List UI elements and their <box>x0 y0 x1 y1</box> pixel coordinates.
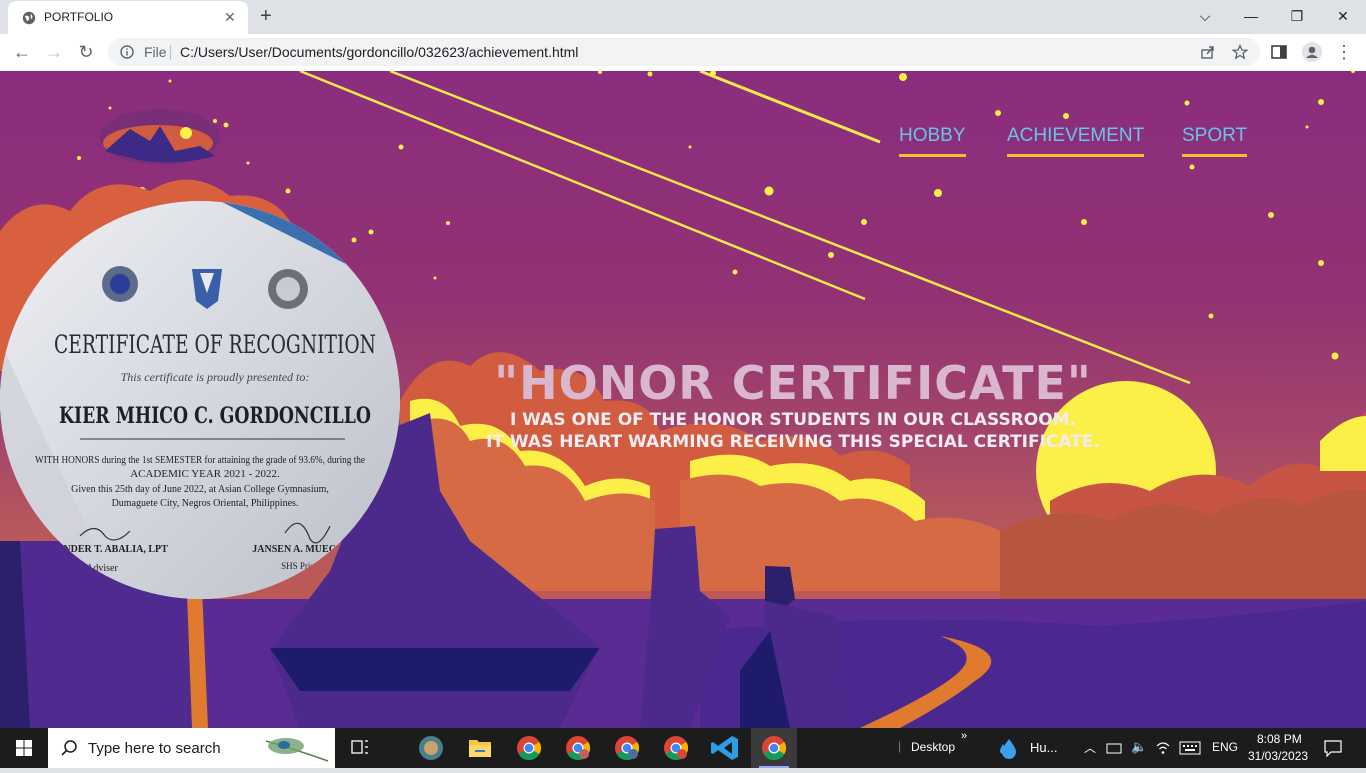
restore-icon[interactable]: ❐ <box>1274 4 1320 28</box>
vscode-icon[interactable] <box>702 728 748 768</box>
chevrons-icon[interactable]: » <box>961 730 967 742</box>
hero-description-line-2: IT WAS HEART WARMING RECEIVING THIS SPEC… <box>486 432 1100 452</box>
new-tab-icon[interactable]: + <box>260 5 272 27</box>
share-icon[interactable] <box>1200 44 1216 60</box>
close-icon[interactable]: ✕ <box>224 9 236 25</box>
clock-time[interactable]: 8:08 PM <box>1257 732 1302 746</box>
url-text[interactable]: C:/Users/User/Documents/gordoncillo/0326… <box>180 44 578 60</box>
desktop-toolbar-label[interactable]: Desktop <box>911 740 955 754</box>
nav-link-hobby[interactable]: HOBBY <box>899 125 966 157</box>
nav-link-achievement[interactable]: ACHIEVEMENT <box>1007 125 1145 157</box>
chevron-up-icon[interactable]: ︿ <box>1084 739 1096 756</box>
globe-icon <box>22 11 36 25</box>
certificate-heading: CERTIFICATE OF RECOGNITION <box>54 330 376 359</box>
chrome-profile-3-icon[interactable] <box>604 728 650 768</box>
certificate-intro: This certificate is proudly presented to… <box>121 370 310 384</box>
keyboard-input-icon[interactable] <box>1106 740 1122 756</box>
chrome-profile-2-icon[interactable] <box>555 728 601 768</box>
nav-link-sport[interactable]: SPORT <box>1182 125 1248 157</box>
browser-tab-strip: PORTFOLIO ✕ + ⌵ — ❐ ✕ <box>0 0 1366 34</box>
speaker-icon[interactable]: 🔈 <box>1131 739 1147 755</box>
window-close-icon[interactable]: ✕ <box>1320 4 1366 28</box>
star-icon[interactable] <box>1232 44 1248 60</box>
taskbar-search-box[interactable]: Type here to search <box>48 728 335 768</box>
browser-toolbar: ← → ↻ File C:/Users/User/Documents/gordo… <box>0 34 1366 72</box>
search-placeholder: Type here to search <box>88 740 221 757</box>
certificate-recipient: KIER MHICO C. GORDONCILLO <box>59 403 371 429</box>
chrome-profile-app-icon[interactable] <box>408 728 454 768</box>
toolbar-separator: | <box>898 739 902 753</box>
side-panel-icon[interactable] <box>1270 43 1288 61</box>
clock-date[interactable]: 31/03/2023 <box>1248 749 1308 763</box>
hero-section: "HONOR CERTIFICATE" I WAS ONE OF THE HON… <box>400 357 1186 453</box>
divider <box>170 45 171 60</box>
info-icon[interactable] <box>120 45 134 59</box>
weather-label[interactable]: Hu... <box>1030 740 1057 755</box>
certificate-body-2: ACADEMIC YEAR 2021 - 2022. <box>130 468 280 480</box>
page-viewport: HOBBY ACHIEVEMENT SPORT CERTIFICATE OF R… <box>0 71 1366 728</box>
browser-tab[interactable]: PORTFOLIO ✕ <box>8 1 248 34</box>
hero-description-line-1: I WAS ONE OF THE HONOR STUDENTS IN OUR C… <box>509 410 1077 430</box>
site-logo[interactable] <box>100 109 229 165</box>
more-menu-icon[interactable]: ⋮ <box>1334 42 1354 62</box>
search-icon <box>61 740 77 756</box>
page-title: "HONOR CERTIFICATE" <box>494 356 1092 410</box>
tab-title: PORTFOLIO <box>44 10 114 24</box>
notification-center-icon[interactable] <box>1323 739 1343 757</box>
back-arrow-icon[interactable]: ← <box>12 42 32 62</box>
file-explorer-icon[interactable] <box>457 728 503 768</box>
chrome-icon[interactable] <box>506 728 552 768</box>
signatory-left-name: ANDER T. ABALIA, LPT <box>56 544 168 555</box>
certificate-image: CERTIFICATE OF RECOGNITION This certific… <box>0 201 400 599</box>
certificate-photo: CERTIFICATE OF RECOGNITION This certific… <box>0 201 400 599</box>
certificate-body-3: Given this 25th day of June 2022, at Asi… <box>71 484 329 495</box>
scheme-label: File <box>144 44 167 60</box>
chrome-active-window[interactable] <box>751 728 797 768</box>
windows-taskbar: Type here to search | Desktop » Hu... ︿ … <box>0 728 1366 768</box>
minimize-icon[interactable]: — <box>1228 4 1274 28</box>
tab-search-chevron-icon[interactable]: ⌵ <box>1182 4 1228 28</box>
peacock-feather-icon <box>265 738 329 762</box>
address-bar[interactable]: File C:/Users/User/Documents/gordoncillo… <box>108 38 1260 66</box>
forward-arrow-icon[interactable]: → <box>44 42 64 62</box>
touch-keyboard-icon[interactable] <box>1179 741 1201 755</box>
profile-avatar-icon[interactable] <box>1302 42 1322 62</box>
wifi-icon[interactable] <box>1155 740 1171 756</box>
language-indicator[interactable]: ENG <box>1212 740 1238 754</box>
certificate-body-4: Dumaguete City, Negros Oriental, Philipp… <box>112 498 299 509</box>
weather-humidity-icon[interactable] <box>998 736 1026 760</box>
certificate-body-1: WITH HONORS during the 1st SEMESTER for … <box>35 455 366 466</box>
chrome-icon <box>762 736 787 761</box>
windows-start-icon[interactable] <box>0 728 48 768</box>
reload-icon[interactable]: ↻ <box>76 42 96 62</box>
chrome-profile-4-icon[interactable] <box>653 728 699 768</box>
task-view-icon[interactable] <box>337 728 383 768</box>
